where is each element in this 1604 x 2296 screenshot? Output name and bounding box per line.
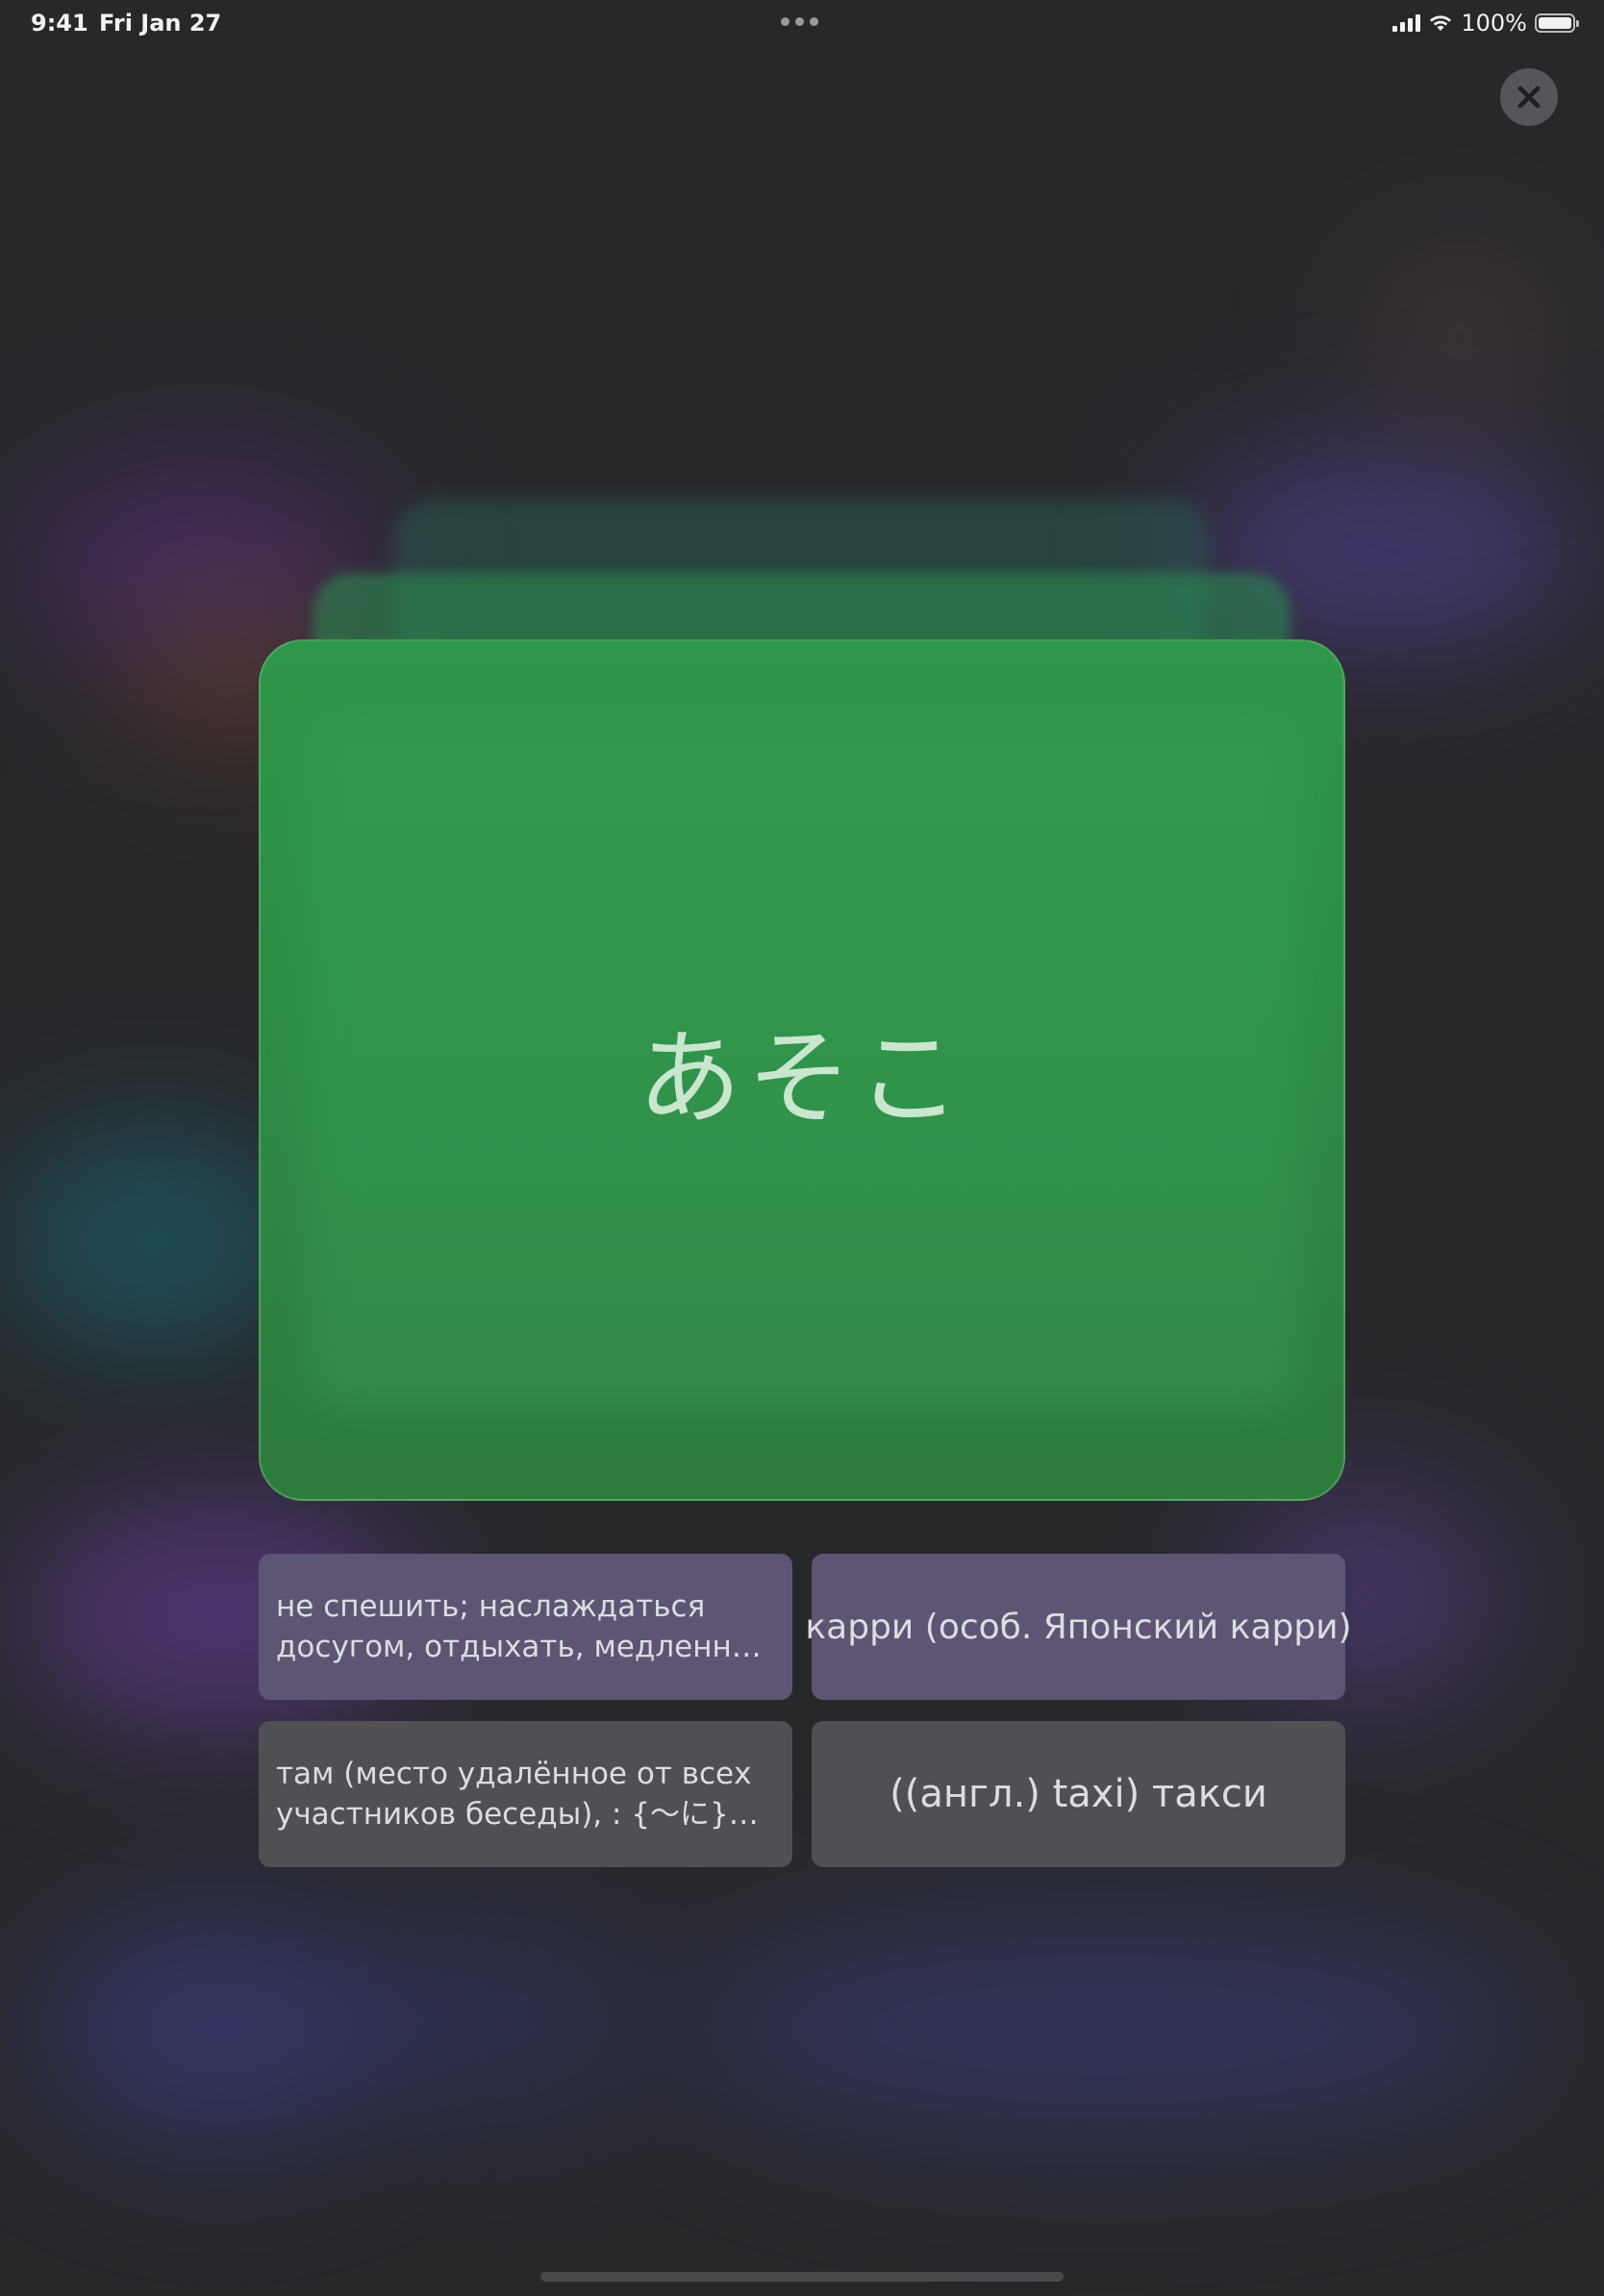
close-icon — [1517, 86, 1541, 109]
wifi-icon — [1430, 15, 1452, 31]
answer-option-label: ((англ.) taxi) такси — [890, 1772, 1267, 1816]
multitasking-dots-icon[interactable] — [781, 17, 818, 26]
status-bar: 9:41 Fri Jan 27 100% — [0, 0, 1604, 46]
status-date: Fri Jan 27 — [99, 10, 222, 37]
battery-icon — [1535, 13, 1579, 33]
flashcard-word: あそこ — [637, 1019, 966, 1139]
cellular-signal-icon — [1392, 14, 1421, 32]
answer-option[interactable]: там (место удалённое от всех участников … — [259, 1721, 792, 1867]
close-button[interactable] — [1500, 68, 1558, 126]
answer-option[interactable]: ((англ.) taxi) такси — [812, 1721, 1345, 1867]
battery-percentage: 100% — [1461, 10, 1527, 37]
answer-option-label: карри (особ. Японский карри) — [805, 1607, 1352, 1647]
status-time: 9:41 — [31, 10, 88, 37]
answer-option[interactable]: карри (особ. Японский карри) — [805, 1554, 1352, 1700]
answer-option-label: не спешить; наслаждаться досугом, отдыха… — [276, 1589, 760, 1664]
answer-option-label: там (место удалённое от всех участников … — [276, 1757, 752, 1832]
backdrop-blob — [346, 1913, 654, 2125]
answer-option[interactable]: не спешить; наслаждаться досугом, отдыха… — [259, 1554, 792, 1700]
home-indicator[interactable] — [540, 2272, 1064, 2282]
status-indicators: 100% — [1392, 10, 1579, 37]
backdrop-blob — [673, 1913, 1539, 2144]
flashcard-quiz-screen: 9:41 Fri Jan 27 100% あそこ не спешить; нас… — [0, 0, 1604, 2296]
backdrop-blob — [1366, 250, 1558, 423]
flashcard: あそこ — [259, 639, 1345, 1501]
